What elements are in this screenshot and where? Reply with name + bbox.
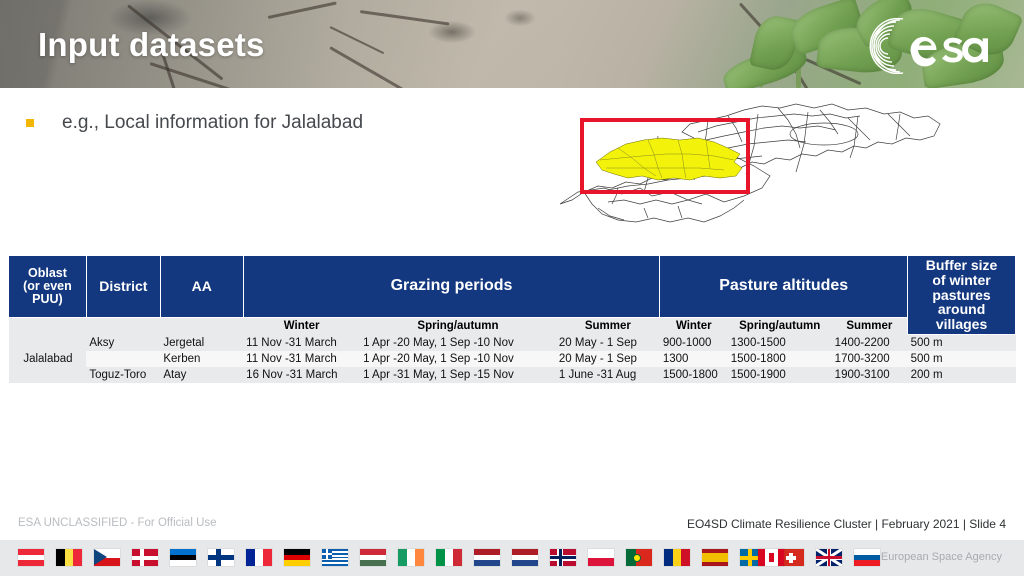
banner-image: Input datasets [0, 0, 1024, 88]
header-oblast: Oblast (or even PUU) [8, 255, 87, 318]
classification-label: ESA UNCLASSIFIED - For Official Use [18, 517, 217, 529]
subheader-spacer-district [86, 317, 161, 335]
flag-estonia [170, 549, 196, 566]
header-aa: AA [159, 255, 244, 318]
subheader-alt-summer: Summer [831, 317, 908, 335]
esa-logo [856, 18, 996, 74]
flag-canada [758, 549, 784, 566]
page-title: Input datasets [38, 26, 265, 63]
local-information-table: Oblast (or even PUU) District AA Grazing… [8, 255, 1016, 383]
cell-grazing-spring-autumn: 1 Apr -20 May, 1 Sep -10 Nov [360, 334, 556, 351]
subheader-grazing-winter: Winter [243, 317, 361, 335]
header-buffer-line4: around [937, 301, 986, 318]
cell-grazing-winter: 16 Nov -31 March [243, 366, 361, 383]
header-pasture-altitudes: Pasture altitudes [659, 255, 909, 318]
flag-ireland [398, 549, 424, 566]
cell-grazing-winter: 11 Nov -31 March [243, 334, 361, 351]
cell-grazing-winter: 11 Nov -31 March [243, 350, 361, 367]
flag-denmark [132, 549, 158, 566]
cell-grazing-summer: 20 May - 1 Sep [555, 334, 660, 351]
esa-wordmark [910, 36, 988, 67]
table-header-main: Oblast (or even PUU) District AA Grazing… [8, 255, 1016, 335]
header-grazing-periods: Grazing periods [242, 255, 661, 318]
cell-grazing-summer: 20 May - 1 Sep [555, 350, 660, 367]
cell-alt-spring-autumn: 1300-1500 [727, 334, 832, 351]
flag-hungary [360, 549, 386, 566]
flag-norway [550, 549, 576, 566]
cell-aa: Kerben [160, 350, 244, 367]
subheader-alt-spring-autumn: Spring/autumn [727, 317, 832, 335]
cell-buffer: 500 m [907, 334, 1016, 351]
flag-finland [208, 549, 234, 566]
header-buffer-line5: villages [935, 316, 988, 333]
bullet-item-label: e.g., Local information for Jalalabad [62, 112, 364, 133]
header-buffer-line2: of winter [932, 271, 991, 288]
esa-arc-icon [869, 18, 904, 74]
member-flags-group [18, 549, 880, 566]
flag-belgium [56, 549, 82, 566]
cell-alt-winter: 1300 [659, 350, 728, 367]
cell-district: Toguz-Toro [86, 366, 161, 383]
kyrgyzstan-map [548, 96, 952, 230]
slide: Input datasets e.g., Local information f… [0, 0, 1024, 576]
flag-romania [664, 549, 690, 566]
cell-alt-summer: 1700-3200 [831, 350, 908, 367]
cell-buffer: 500 m [907, 350, 1016, 367]
cell-alt-spring-autumn: 1500-1900 [727, 366, 832, 383]
header-district: District [85, 255, 161, 318]
table-row: Kerben 11 Nov -31 March 1 Apr -20 May, 1… [9, 350, 1016, 367]
flag-spain [702, 549, 728, 566]
cell-oblast: Jalalabad [8, 334, 87, 383]
square-bullet-icon [26, 119, 34, 127]
header-oblast-line3: PUU) [32, 292, 63, 307]
flag-netherlands-2 [512, 549, 538, 566]
flag-greece [322, 549, 348, 566]
cell-alt-summer: 1900-3100 [831, 366, 908, 383]
flag-portugal [626, 549, 652, 566]
cell-grazing-spring-autumn: 1 Apr -20 May, 1 Sep -10 Nov [360, 350, 556, 367]
subheader-alt-winter: Winter [659, 317, 728, 335]
cell-aa: Jergetal [160, 334, 244, 351]
table-header-sub: Winter Spring/autumn Summer Winter Sprin… [8, 317, 1016, 335]
subheader-spacer-oblast [8, 317, 87, 335]
table-row: Toguz-Toro Atay 16 Nov -31 March 1 Apr -… [9, 366, 1016, 383]
header-buffer-line1: Buffer size [925, 257, 998, 274]
flag-united-kingdom [816, 549, 842, 566]
cell-grazing-summer: 1 June -31 Aug [555, 366, 660, 383]
slide-meta-label: EO4SD Climate Resilience Cluster | Febru… [686, 517, 1006, 531]
cell-alt-winter: 900-1000 [659, 334, 728, 351]
flag-austria [18, 549, 44, 566]
map-highlight-jalalabad [595, 137, 743, 181]
associate-flags-group [758, 549, 784, 566]
cell-alt-winter: 1500-1800 [659, 366, 728, 383]
header-oblast-line1: Oblast [27, 265, 67, 280]
bullet-item: e.g., Local information for Jalalabad [26, 112, 363, 134]
cell-aa: Atay [160, 366, 244, 383]
table-row: Jalalabad Aksy Jergetal 11 Nov -31 March… [8, 334, 1016, 383]
agency-label: European Space Agency [880, 551, 1002, 563]
subheader-grazing-summer: Summer [555, 317, 660, 335]
flag-czech-republic [94, 549, 120, 566]
cell-alt-spring-autumn: 1500-1800 [727, 350, 832, 367]
header-buffer-size: Buffer size of winter pastures around vi… [907, 255, 1016, 335]
cell-alt-summer: 1400-2200 [831, 334, 908, 351]
member-states-flagbar: European Space Agency [0, 540, 1024, 576]
flag-slovenia [854, 549, 880, 566]
flag-poland [588, 549, 614, 566]
cell-grazing-spring-autumn: 1 Apr -31 May, 1 Sep -15 Nov [360, 366, 556, 383]
cell-district: Aksy [86, 334, 161, 351]
cell-district [86, 350, 161, 367]
header-buffer-line3: pastures [932, 286, 991, 303]
cell-buffer: 200 m [907, 366, 1016, 383]
subheader-spacer-aa [160, 317, 244, 335]
flag-france [246, 549, 272, 566]
flag-germany [284, 549, 310, 566]
flag-italy [436, 549, 462, 566]
subheader-grazing-spring-autumn: Spring/autumn [360, 317, 556, 335]
flag-netherlands [474, 549, 500, 566]
table-body: Jalalabad Aksy Jergetal 11 Nov -31 March… [8, 334, 1016, 383]
